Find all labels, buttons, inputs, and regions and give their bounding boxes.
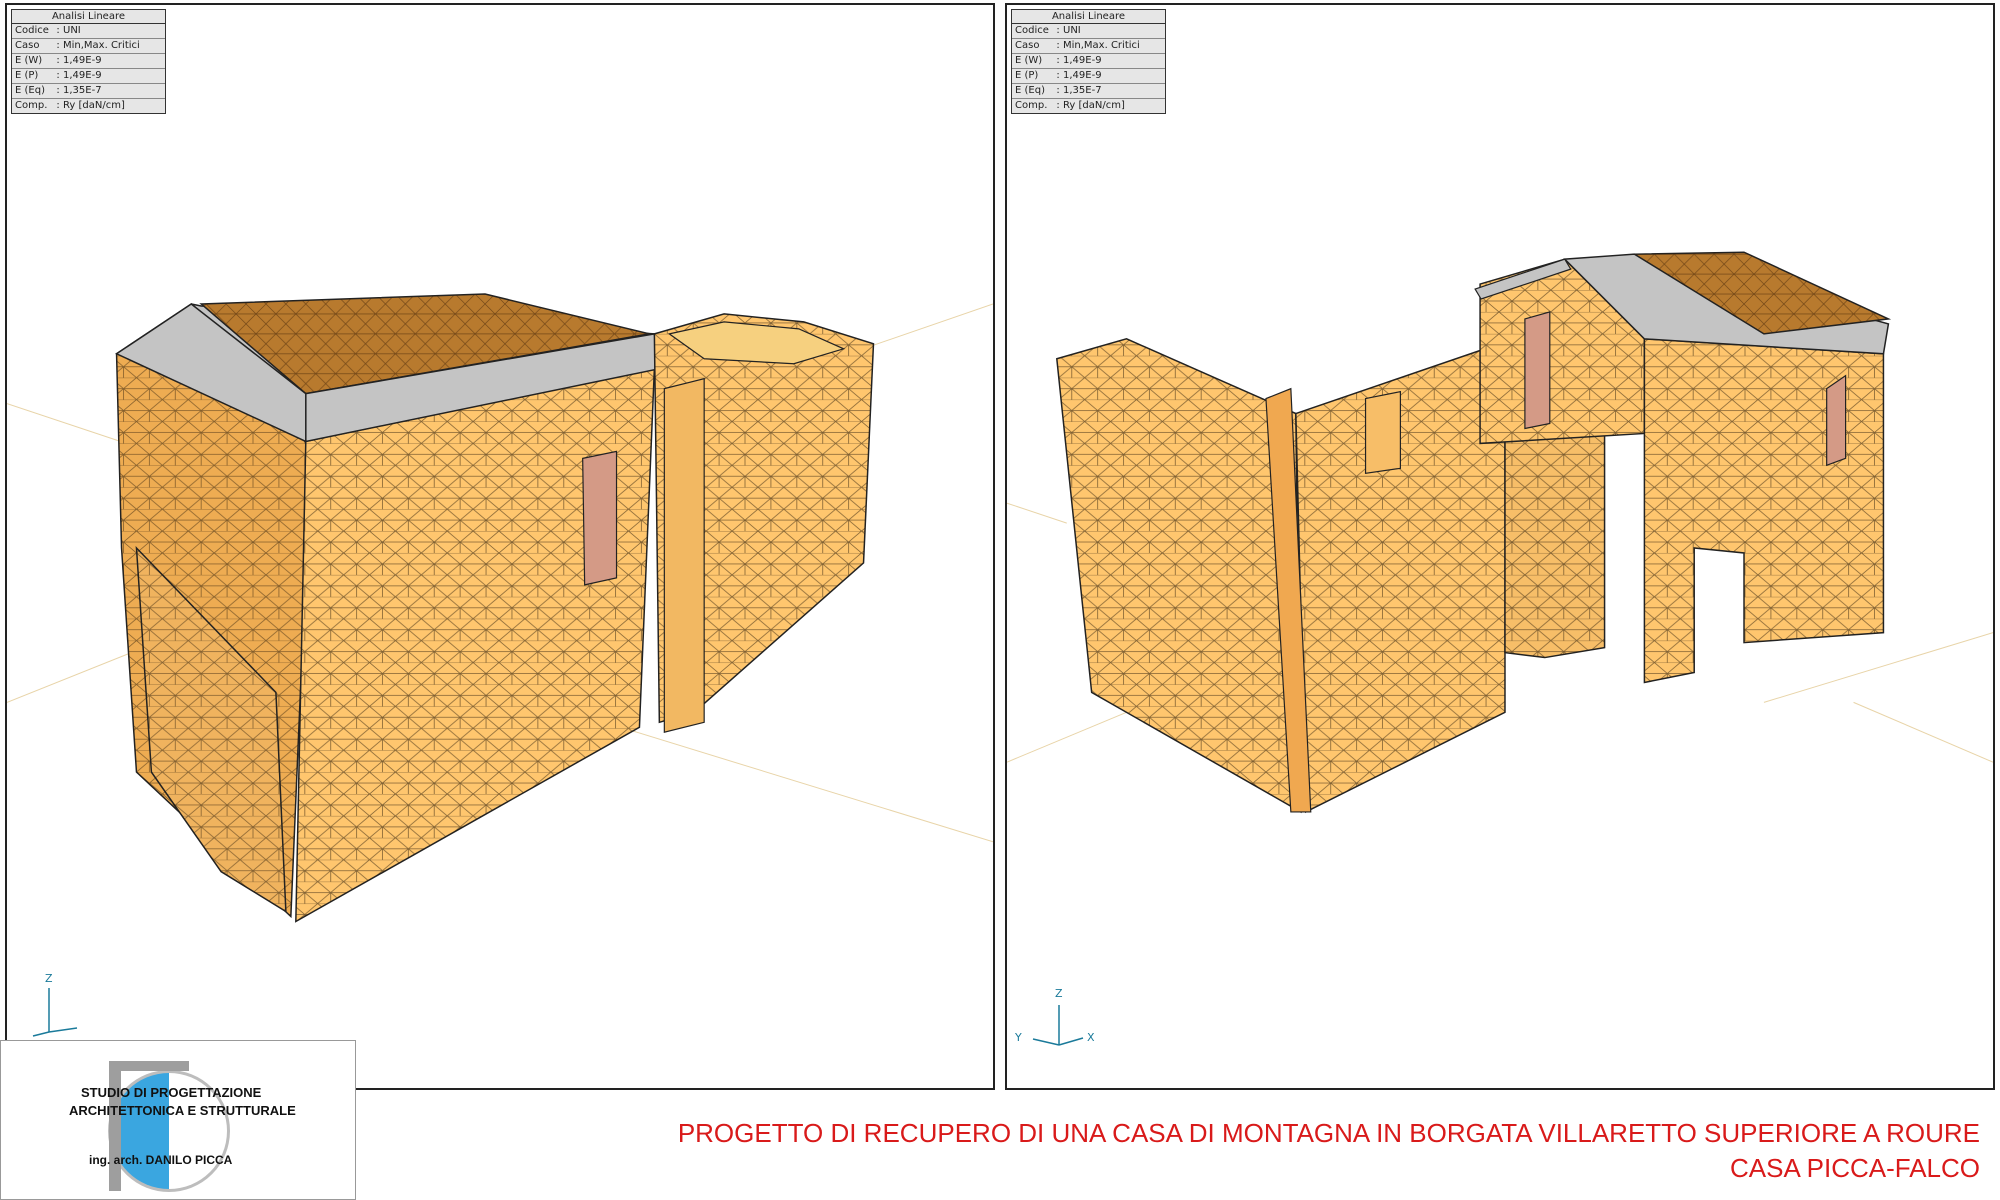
legend-row-ep: E (P):1,49E-9 [1012, 69, 1165, 84]
legend-value: Ry [daN/cm] [1063, 100, 1125, 111]
legend-key: E (Eq) [15, 85, 45, 96]
logo-line-2: ARCHITETTONICA E STRUTTURALE [69, 1103, 296, 1118]
viewport-right[interactable]: Analisi Lineare Codice: UNI Caso: Min,Max.… [1005, 3, 1995, 1090]
project-title: PROGETTO DI RECUPERO DI UNA CASA DI MONT… [677, 1118, 1980, 1148]
legend-key: Codice [1015, 25, 1049, 36]
legend-value: UNI [63, 25, 81, 36]
legend-value: UNI [1063, 25, 1081, 36]
logo-line-1: STUDIO DI PROGETTAZIONE [81, 1085, 262, 1100]
logo-emblem-icon [108, 1061, 230, 1192]
studio-logo: STUDIO DI PROGETTAZIONE ARCHITETTONICA E… [0, 1040, 356, 1200]
legend-value: Min,Max. Critici [1063, 40, 1140, 51]
legend-value: 1,35E-7 [1063, 85, 1102, 96]
legend-row-eeq: E (Eq):1,35E-7 [1012, 84, 1165, 99]
legend-title: Analisi Lineare [1012, 10, 1165, 24]
axis-y-label: Y [1015, 1031, 1022, 1044]
legend-row-ew: E (W):1,49E-9 [1012, 54, 1165, 69]
legend-key: Comp. [15, 100, 48, 111]
axis-z-label: Z [1055, 987, 1063, 1000]
legend-value: 1,49E-9 [1063, 55, 1102, 66]
legend-row-caso: Caso: Min,Max. Critici [12, 39, 165, 54]
legend-key: Caso [1015, 40, 1040, 51]
legend-key: E (W) [1015, 55, 1043, 66]
legend-value: Min,Max. Critici [63, 40, 140, 51]
analysis-legend: Analisi Lineare Codice: UNI Caso: Min,Max.… [11, 9, 166, 114]
legend-key: E (W) [15, 55, 43, 66]
viewport-left[interactable]: Analisi Lineare Codice: UNI Caso: Min,Max.… [5, 3, 995, 1090]
legend-value: 1,49E-9 [63, 55, 102, 66]
axis-z-label: Z [45, 972, 53, 985]
legend-row-caso: Caso: Min,Max. Critici [1012, 39, 1165, 54]
axis-triad-right: Z Y X [1009, 983, 1099, 1053]
legend-row-eeq: E (Eq):1,35E-7 [12, 84, 165, 99]
legend-key: E (Eq) [1015, 85, 1045, 96]
legend-value: 1,49E-9 [1063, 70, 1102, 81]
axis-x-label: X [1087, 1031, 1095, 1044]
legend-row-codice: Codice: UNI [1012, 24, 1165, 39]
legend-row-comp: Comp.: Ry [daN/cm] [12, 99, 165, 113]
axis-triad-left: Z [27, 970, 87, 1040]
legend-value: Ry [daN/cm] [63, 100, 125, 111]
legend-key: E (P) [15, 70, 39, 81]
legend-key: Comp. [1015, 100, 1048, 111]
legend-key: Caso [15, 40, 40, 51]
legend-value: 1,35E-7 [63, 85, 102, 96]
legend-value: 1,49E-9 [63, 70, 102, 81]
building-model-left [115, 293, 875, 923]
analysis-legend: Analisi Lineare Codice: UNI Caso: Min,Max.… [1011, 9, 1166, 114]
logo-line-3: ing. arch. DANILO PICCA [89, 1153, 233, 1167]
legend-title: Analisi Lineare [12, 10, 165, 24]
legend-row-codice: Codice: UNI [12, 24, 165, 39]
legend-key: E (P) [1015, 70, 1039, 81]
legend-key: Codice [15, 25, 49, 36]
axis-triad-icon [1032, 1005, 1084, 1046]
model-view-right[interactable] [1007, 5, 1993, 1088]
legend-row-ew: E (W):1,49E-9 [12, 54, 165, 69]
model-view-left[interactable] [7, 5, 993, 1088]
building-model-right [1055, 251, 1892, 814]
project-subtitle: CASA PICCA-FALCO [1730, 1153, 1980, 1183]
axis-triad-icon [32, 988, 78, 1037]
legend-row-comp: Comp.: Ry [daN/cm] [1012, 99, 1165, 113]
legend-row-ep: E (P):1,49E-9 [12, 69, 165, 84]
